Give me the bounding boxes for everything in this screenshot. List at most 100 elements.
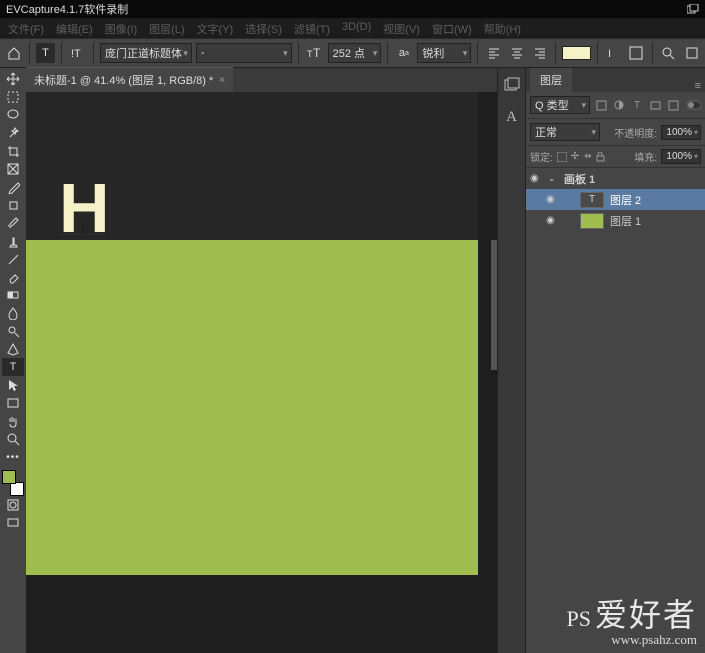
menu-window[interactable]: 窗口(W) [432,21,472,35]
layer-thumb-raster [580,213,604,229]
align-right-icon[interactable] [530,43,549,63]
history-brush-icon[interactable] [2,250,24,268]
background-color-swatch[interactable] [10,482,24,496]
text-color-swatch[interactable] [562,46,591,60]
layer-row-text[interactable]: ◉ T 图层 2 [526,189,705,210]
lock-artboard-icon[interactable]: ⇸ [583,151,591,162]
menu-filter[interactable]: 滤镜(T) [294,21,330,35]
filter-text-icon[interactable]: T [630,98,644,112]
menu-3d[interactable]: 3D(D) [342,21,371,35]
home-icon[interactable] [4,43,23,63]
layer-filter-select[interactable]: Q 类型 [530,96,590,114]
svg-text:I: I [608,48,611,60]
align-center-icon[interactable] [507,43,526,63]
filter-shape-icon[interactable] [648,98,662,112]
collapse-icon[interactable]: ⌄ [548,173,558,184]
character-panel-toggle-icon[interactable]: A [503,108,521,126]
artboard-tool-icon[interactable] [2,88,24,106]
font-style-select[interactable]: - [196,43,292,63]
layer-thumb-text-icon: T [580,192,604,208]
app-title: EVCapture4.1.7软件录制 [6,1,128,17]
visibility-icon[interactable]: ◉ [546,215,558,226]
text-orientation-icon[interactable]: !T [68,43,87,63]
lasso-tool-icon[interactable] [2,106,24,124]
wand-tool-icon[interactable] [2,124,24,142]
filter-pixel-icon[interactable] [594,98,608,112]
canvas[interactable]: H I [26,92,497,653]
scrollbar[interactable] [491,240,497,370]
foreground-color-swatch[interactable] [2,470,16,484]
lock-pixels-icon[interactable] [557,152,567,162]
opacity-label: 不透明度: [614,125,657,140]
menu-edit[interactable]: 编辑(E) [56,21,93,35]
move-tool-icon[interactable] [2,70,24,88]
lock-position-icon[interactable]: ✢ [571,151,579,162]
text-tool-icon[interactable]: T [36,43,55,63]
watermark-prefix: PS [567,606,591,631]
warp-text-icon[interactable]: I [604,43,623,63]
menu-file[interactable]: 文件(F) [8,21,44,35]
antialias-select[interactable]: 锐利 [417,43,471,63]
svg-text:!T: !T [71,48,81,60]
align-left-icon[interactable] [484,43,503,63]
font-family-select[interactable]: 庞门正道标题体 [100,43,192,63]
blend-mode-select[interactable]: 正常 [530,123,600,141]
layer-row-artboard[interactable]: ◉ ⌄ 画板 1 [526,168,705,189]
filter-toggle-icon[interactable] [687,98,701,112]
screenmode-icon[interactable] [2,514,24,532]
layer-list: ◉ ⌄ 画板 1 ◉ T 图层 2 ◉ 图层 1 [526,168,705,653]
layers-panel-tab[interactable]: 图层 [530,68,572,92]
filter-smart-icon[interactable] [666,98,680,112]
zoom-tool-icon[interactable] [2,430,24,448]
font-size-select[interactable]: 252 点 [328,43,382,63]
color-swatches[interactable] [2,470,24,496]
heal-tool-icon[interactable] [2,196,24,214]
panel-menu-icon[interactable]: ≡ [695,80,701,92]
crop-tool-icon[interactable] [2,142,24,160]
type-tool-icon[interactable]: T [2,358,24,376]
menu-help[interactable]: 帮助(H) [484,21,521,35]
share-icon[interactable] [682,43,701,63]
document-tab[interactable]: 未标题-1 @ 41.4% (图层 1, RGB/8) * × [26,67,233,92]
lock-all-icon[interactable] [596,152,605,162]
watermark: PS爱好者 www.psahz.com [567,598,698,647]
menu-select[interactable]: 选择(S) [245,21,282,35]
visibility-icon[interactable]: ◉ [530,173,542,184]
search-icon[interactable] [659,43,678,63]
hand-tool-icon[interactable] [2,412,24,430]
opacity-input[interactable]: 100% [661,125,701,140]
watermark-url: www.psahz.com [567,633,698,647]
visibility-icon[interactable]: ◉ [546,194,558,205]
blur-tool-icon[interactable] [2,304,24,322]
close-tab-icon[interactable]: × [219,75,225,86]
filter-adjust-icon[interactable] [612,98,626,112]
layer-row-raster[interactable]: ◉ 图层 1 [526,210,705,231]
toolbox: T ••• [0,68,26,653]
text-caret-icon: I [81,222,85,238]
font-size-value: 252 点 [333,45,365,61]
eyedropper-tool-icon[interactable] [2,178,24,196]
dodge-tool-icon[interactable] [2,322,24,340]
brush-tool-icon[interactable] [2,214,24,232]
font-style-value: - [201,47,205,59]
path-select-icon[interactable] [2,376,24,394]
character-panel-icon[interactable] [627,43,646,63]
rectangle-tool-icon[interactable] [2,394,24,412]
quickmask-icon[interactable] [2,496,24,514]
menu-text[interactable]: 文字(Y) [197,21,234,35]
fill-input[interactable]: 100% [661,149,701,164]
pen-tool-icon[interactable] [2,340,24,358]
menu-layer[interactable]: 图层(L) [149,21,184,35]
watermark-brand: 爱好者 [595,597,697,633]
history-panel-icon[interactable] [503,76,521,94]
fill-label: 填充: [634,149,657,164]
eraser-tool-icon[interactable] [2,268,24,286]
layers-panel: 图层 ≡ Q 类型 T 正常 不透明度: 100% 锁定: ✢ ⇸ 填充: 10… [525,68,705,653]
more-tools-icon[interactable]: ••• [2,448,24,466]
menu-view[interactable]: 视图(V) [383,21,420,35]
stamp-tool-icon[interactable] [2,232,24,250]
frame-tool-icon[interactable] [2,160,24,178]
restore-icon[interactable] [687,4,699,14]
gradient-tool-icon[interactable] [2,286,24,304]
menu-image[interactable]: 图像(I) [105,21,137,35]
